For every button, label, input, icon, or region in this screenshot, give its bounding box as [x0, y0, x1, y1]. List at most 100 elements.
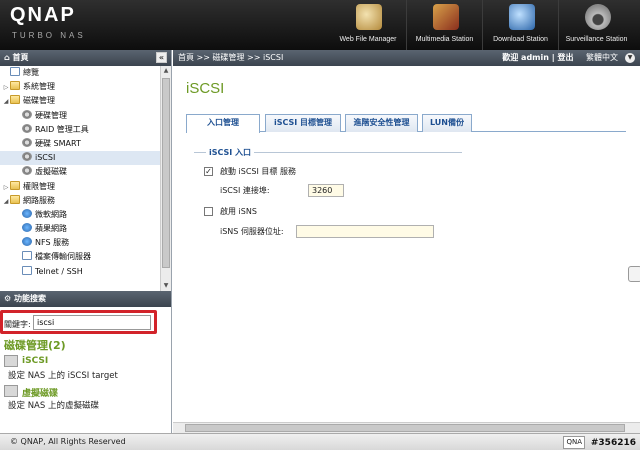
sidebar-item[interactable]: NFS 服務 — [0, 236, 171, 250]
net-icon — [22, 223, 32, 233]
horizontal-scrollbar[interactable] — [173, 422, 640, 433]
folder-icon — [10, 194, 20, 204]
main-content: 首頁 >> 磁碟管理 >> iSCSI 歡迎 admin | 登出 繁體中文 ▼… — [173, 50, 640, 433]
sidebar-item-label: iSCSI — [35, 153, 56, 163]
sidebar-item[interactable]: RAID 管理工具 — [0, 123, 171, 137]
welcome-logout-link[interactable]: 歡迎 admin | 登出 — [502, 53, 573, 62]
sidebar-item[interactable]: ▷ 權限管理 — [0, 180, 171, 194]
sidebar-item[interactable]: 檔案傳輸伺服器 — [0, 250, 171, 264]
tab-lun-backup[interactable]: LUN備份 — [422, 114, 472, 132]
qna-button[interactable]: QNA — [563, 436, 585, 449]
doc-icon — [22, 251, 32, 261]
enable-target-checkbox[interactable]: ✓ — [204, 167, 213, 176]
tab-target-management[interactable]: iSCSI 目標管理 — [265, 114, 341, 132]
expand-toggle-icon[interactable]: ▷ — [2, 81, 10, 95]
watermark-text: #356216 — [590, 438, 636, 448]
sidebar-item-label: NFS 服務 — [35, 238, 70, 248]
scroll-down-icon[interactable]: ▼ — [161, 281, 171, 291]
nav-tree-scrollbar[interactable]: ▲ ▼ — [160, 66, 171, 291]
scroll-up-icon[interactable]: ▲ — [161, 66, 171, 76]
language-dropdown-icon[interactable]: ▼ — [625, 53, 635, 63]
download-station-button[interactable]: Download Station — [482, 0, 558, 50]
isns-server-input[interactable] — [296, 225, 434, 238]
doc-icon — [22, 265, 32, 275]
web-file-manager-button[interactable]: Web File Manager — [330, 0, 406, 50]
nav-panel-header: ⌂ 首頁 « — [0, 50, 171, 66]
breadcrumb: 首頁 >> 磁碟管理 >> iSCSI — [178, 53, 284, 62]
gear-icon — [22, 123, 32, 133]
port-label: iSCSI 連接埠: — [220, 186, 270, 195]
nav-tree: 總覽 ▷ 系統管理 ◢ 磁碟管理硬碟管理 RAID 管理工具 硬碟 SMART iSCSI 虛擬… — [0, 66, 171, 291]
breadcrumb-bar: 首頁 >> 磁碟管理 >> iSCSI 歡迎 admin | 登出 繁體中文 ▼ — [173, 50, 640, 66]
port-input[interactable]: 3260 — [308, 184, 344, 197]
gear-icon — [22, 137, 32, 147]
multimedia-station-icon — [433, 4, 459, 30]
sidebar-item[interactable]: Telnet / SSH — [0, 265, 171, 279]
sidebar-item-label: 硬碟 SMART — [35, 138, 81, 148]
apply-button[interactable] — [628, 266, 640, 282]
sidebar-item-label: 虛擬磁碟 — [35, 167, 67, 177]
sidebar-item[interactable]: ▷ 系統管理 — [0, 80, 171, 94]
search-icon: ⚙ — [4, 294, 14, 303]
sidebar-item-label: 磁碟管理 — [23, 96, 55, 106]
logo-subtitle: TURBO NAS — [12, 31, 86, 40]
sidebar-item-label: 硬碟管理 — [35, 110, 67, 120]
net-icon — [22, 208, 32, 218]
tab-advanced-acl[interactable]: 進階安全性管理 — [345, 114, 418, 132]
keyword-search-input[interactable] — [33, 315, 151, 330]
sidebar-item-label: 蘋果網路 — [35, 224, 67, 234]
expand-toggle-icon[interactable]: ◢ — [2, 195, 10, 209]
sidebar-item[interactable]: 蘋果網路 — [0, 222, 171, 236]
sidebar-item-label: RAID 管理工具 — [35, 124, 89, 134]
sidebar-item[interactable]: 微軟網路 — [0, 208, 171, 222]
expand-toggle-icon[interactable]: ◢ — [2, 95, 10, 109]
tab-panel: iSCSI 入口 ✓ 啟動 iSCSI 目標 服務 iSCSI 連接埠: 326… — [186, 132, 626, 412]
sidebar-item-label: 檔案傳輸伺服器 — [35, 252, 91, 262]
isns-server-label: iSNS 伺服器位址: — [220, 227, 284, 236]
scroll-thumb[interactable] — [162, 78, 170, 268]
search-result-iscsi[interactable]: iSCSI 設定 NAS 上的 iSCSI target — [4, 355, 169, 385]
iscsi-icon — [4, 355, 18, 367]
sidebar-item-label: 網路服務 — [23, 195, 55, 205]
sidebar-item-label: 總覽 — [23, 68, 39, 77]
sidebar-item-label: Telnet / SSH — [35, 266, 83, 276]
section-title: iSCSI 入口 — [206, 147, 255, 158]
top-header: QNAP TURBO NAS Web File Manager Multimed… — [0, 0, 640, 50]
function-search-area: 關鍵字: 磁碟管理(2) iSCSI 設定 NAS 上的 iSCSI targe… — [0, 307, 171, 433]
search-result-category: 磁碟管理(2) — [4, 339, 66, 352]
doc-icon — [10, 67, 20, 76]
sidebar-item[interactable]: 硬碟管理 — [0, 109, 171, 123]
tab-bar: 入口管理 iSCSI 目標管理 進階安全性管理 LUN備份 — [186, 114, 626, 133]
sidebar-item[interactable]: 總覽 — [0, 66, 171, 80]
search-result-virtual-disk[interactable]: 虛擬磁碟 設定 NAS 上的虛擬磁碟 — [4, 385, 169, 415]
sidebar-item[interactable]: ◢ 網路服務 — [0, 194, 171, 208]
page-title: iSCSI — [186, 80, 225, 97]
surveillance-station-icon — [585, 4, 611, 30]
web-file-manager-icon — [356, 4, 382, 30]
virtual-disk-icon — [4, 385, 18, 397]
app-launcher: Web File Manager Multimedia Station Down… — [330, 0, 634, 50]
folder-icon — [10, 95, 20, 105]
collapse-panel-button[interactable]: « — [156, 52, 167, 63]
sidebar-item[interactable]: ◢ 磁碟管理 — [0, 94, 171, 108]
tab-portal-management[interactable]: 入口管理 — [186, 114, 260, 133]
home-icon: ⌂ — [4, 53, 13, 62]
expand-toggle-icon[interactable]: ▷ — [2, 181, 10, 195]
sidebar-item[interactable]: iSCSI — [0, 151, 171, 166]
sidebar-item-label: 微軟網路 — [35, 209, 67, 219]
gear-icon — [22, 152, 32, 162]
surveillance-station-button[interactable]: Surveillance Station — [558, 0, 634, 50]
enable-isns-checkbox[interactable] — [204, 207, 213, 216]
sidebar-item[interactable]: 虛擬磁碟 — [0, 165, 171, 179]
sidebar-item-label: 系統管理 — [23, 82, 55, 92]
download-station-icon — [509, 4, 535, 30]
horizontal-scroll-thumb[interactable] — [185, 424, 625, 432]
folder-icon — [10, 180, 20, 190]
multimedia-station-button[interactable]: Multimedia Station — [406, 0, 482, 50]
sidebar-item[interactable]: 硬碟 SMART — [0, 137, 171, 151]
qnap-logo: QNAP — [10, 4, 76, 26]
gear-icon — [22, 109, 32, 119]
enable-target-label: 啟動 iSCSI 目標 服務 — [220, 167, 296, 176]
net-icon — [22, 237, 32, 247]
language-select[interactable]: 繁體中文 — [586, 53, 618, 62]
